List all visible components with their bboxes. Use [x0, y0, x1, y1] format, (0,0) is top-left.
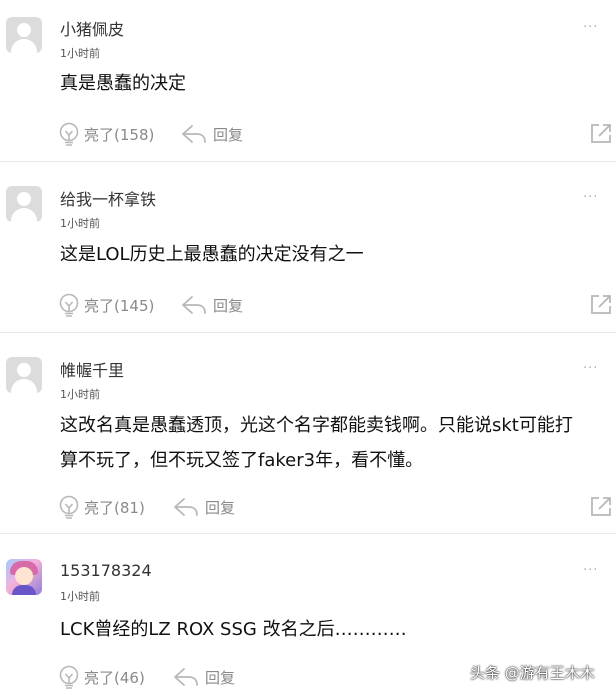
- reply-arrow-icon: [174, 668, 198, 686]
- comment-content-line: 这是LOL历史上最愚蠢的决定没有之一: [60, 244, 364, 265]
- lightbulb-icon: [59, 293, 79, 317]
- comment-username[interactable]: 小猪佩皮: [60, 16, 124, 40]
- share-button[interactable]: [589, 122, 613, 144]
- reply-button[interactable]: 回复: [181, 119, 243, 149]
- comment-time: 1小时前: [60, 47, 100, 60]
- reply-button[interactable]: 回复: [181, 290, 243, 320]
- more-options-icon[interactable]: ···: [583, 361, 598, 376]
- comment-item: 给我一杯拿铁 1小时前 ··· 这是LOL历史上最愚蠢的决定没有之一 亮了(14…: [0, 162, 616, 332]
- comment-time: 1小时前: [60, 217, 100, 230]
- reply-arrow-icon: [182, 125, 206, 143]
- like-count-label: 亮了(46): [84, 668, 145, 687]
- like-count-label: 亮了(145): [84, 296, 155, 315]
- anime-girl-avatar[interactable]: [6, 559, 42, 595]
- like-button[interactable]: 亮了(145): [58, 290, 154, 320]
- default-avatar-icon[interactable]: [6, 186, 42, 222]
- reply-label: 回复: [205, 498, 236, 517]
- reply-arrow-icon: [182, 296, 206, 314]
- like-button[interactable]: 亮了(81): [58, 492, 145, 522]
- lightbulb-icon: [59, 495, 79, 519]
- comment-content: 这是LOL历史上最愚蠢的决定没有之一: [60, 239, 605, 271]
- reply-label: 回复: [213, 296, 244, 315]
- comment-username[interactable]: 153178324: [60, 561, 152, 580]
- watermark: 头条 @游有王木木: [470, 664, 595, 682]
- share-icon: [591, 124, 611, 143]
- share-icon: [591, 295, 611, 314]
- comment-actions: 亮了(81) 回复: [58, 492, 613, 522]
- default-avatar-icon[interactable]: [6, 357, 42, 393]
- comment-content-line: 真是愚蠢的决定: [60, 73, 186, 94]
- like-count-label: 亮了(158): [84, 125, 155, 144]
- comment-content: LCK曾经的LZ ROX SSG 改名之后…………: [60, 614, 605, 646]
- like-button[interactable]: 亮了(158): [58, 119, 154, 149]
- share-icon: [591, 497, 611, 516]
- comment-item: 帷幄千里 1小时前 ··· 这改名真是愚蠢透顶，光这个名字都能卖钱啊。只能说sk…: [0, 333, 616, 533]
- reply-label: 回复: [205, 668, 236, 687]
- reply-arrow-icon: [174, 498, 198, 516]
- comment-time: 1小时前: [60, 590, 100, 603]
- more-options-icon[interactable]: ···: [583, 190, 598, 205]
- comment-item: 小猪佩皮 1小时前 ··· 真是愚蠢的决定 亮了(158) 回复: [0, 0, 616, 160]
- reply-label: 回复: [213, 125, 244, 144]
- like-count-label: 亮了(81): [84, 498, 145, 517]
- comment-content: 真是愚蠢的决定: [60, 68, 605, 100]
- more-options-icon[interactable]: ···: [583, 20, 598, 35]
- comment-username[interactable]: 给我一杯拿铁: [60, 186, 156, 210]
- comment-content-line: 这改名真是愚蠢透顶，光这个名字都能卖钱啊。只能说skt可能打: [60, 415, 573, 436]
- more-options-icon[interactable]: ···: [583, 563, 598, 578]
- comment-actions: 亮了(158) 回复: [58, 119, 613, 149]
- reply-button[interactable]: 回复: [173, 662, 235, 692]
- comment-actions: 亮了(145) 回复: [58, 290, 613, 320]
- comment-content-line: 算不玩了，但不玩又签了faker3年，看不懂。: [60, 450, 424, 471]
- share-button[interactable]: [589, 293, 613, 315]
- lightbulb-icon: [59, 665, 79, 689]
- reply-button[interactable]: 回复: [173, 492, 235, 522]
- comment-username[interactable]: 帷幄千里: [60, 357, 124, 381]
- comment-time: 1小时前: [60, 388, 100, 401]
- like-button[interactable]: 亮了(46): [58, 662, 145, 692]
- share-button[interactable]: [589, 495, 613, 517]
- comment-content: 这改名真是愚蠢透顶，光这个名字都能卖钱啊。只能说skt可能打 算不玩了，但不玩又…: [60, 408, 605, 478]
- lightbulb-icon: [59, 122, 79, 146]
- default-avatar-icon[interactable]: [6, 17, 42, 53]
- comment-content-line: LCK曾经的LZ ROX SSG 改名之后…………: [60, 619, 407, 640]
